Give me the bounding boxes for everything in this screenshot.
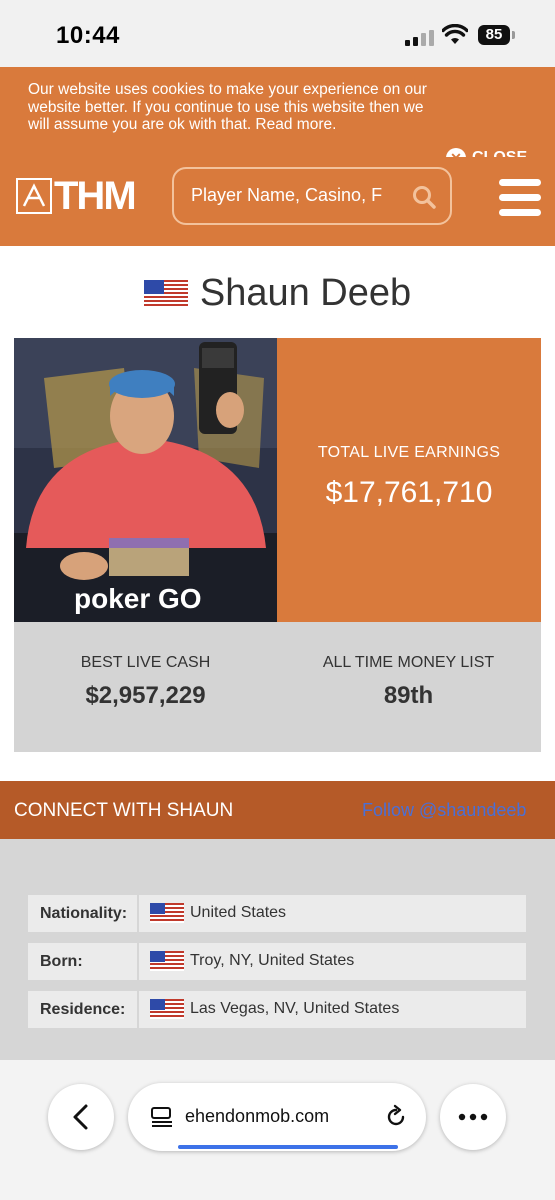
secondary-stats: BEST LIVE CASH $2,957,229 ALL TIME MONEY… [14,622,541,752]
info-row-residence: Residence: Las Vegas, NV, United States [28,991,526,1028]
best-live-cash-label: BEST LIVE CASH [80,654,211,671]
born-text: Troy, NY, United States [190,952,355,969]
back-button[interactable] [48,1084,114,1150]
player-name: Shaun Deeb [199,271,412,314]
best-live-cash-value: $2,957,229 [85,682,206,709]
info-row-nationality: Nationality: United States [28,895,526,932]
nationality-label: Nationality: [28,895,139,932]
cookie-banner: Our website uses cookies to make your ex… [0,67,555,168]
page-load-progress [178,1145,398,1149]
us-flag-icon [143,280,188,306]
player-photo: poker GO [14,338,277,622]
info-row-born: Born: Troy, NY, United States [28,943,526,980]
pokergo-watermark: poker GO [74,583,202,614]
hamburger-menu-icon[interactable] [499,179,541,217]
nationality-text: United States [190,904,287,921]
page-menu-icon[interactable] [150,1106,174,1128]
best-live-cash: BEST LIVE CASH $2,957,229 [14,654,277,710]
us-flag-icon [150,999,184,1019]
url-text[interactable]: ehendonmob.com [185,1106,329,1127]
cookie-notice-text: Our website uses cookies to make your ex… [28,81,427,133]
address-bar[interactable]: ehendonmob.com [128,1083,426,1151]
logo-text: THM [54,174,137,218]
logo-mark-icon [16,178,52,214]
us-flag-icon [150,951,184,971]
all-time-money-list: ALL TIME MONEY LIST 89th [277,654,540,710]
player-stats: poker GO TOTAL LIVE EARNINGS $17,761,710… [14,338,541,752]
residence-value: Las Vegas, NV, United States [150,999,399,1019]
cellular-signal-icon [405,30,434,46]
total-live-earnings-panel: TOTAL LIVE EARNINGS $17,761,710 [277,338,541,622]
site-header: THM [0,157,555,246]
nationality-value: United States [150,903,286,923]
us-flag-icon [150,903,184,923]
connect-label: CONNECT WITH SHAUN [14,800,234,821]
site-logo[interactable]: THM [16,174,137,218]
residence-text: Las Vegas, NV, United States [190,1000,400,1017]
status-time: 10:44 [56,22,120,49]
status-bar: 10:44 85 [0,0,555,67]
total-live-earnings-value: $17,761,710 [325,476,493,509]
connect-bar: CONNECT WITH SHAUN Follow @shaundeeb [0,781,555,839]
all-time-money-list-label: ALL TIME MONEY LIST [322,654,495,671]
more-options-button[interactable] [440,1084,506,1150]
search-icon[interactable] [411,184,437,210]
follow-twitter-link[interactable]: Follow @shaundeeb [362,800,526,821]
browser-toolbar: ehendonmob.com [0,1060,555,1200]
chevron-left-icon [73,1104,88,1130]
wifi-icon [442,24,468,44]
all-time-money-list-value: 89th [383,682,434,709]
born-value: Troy, NY, United States [150,951,354,971]
search-input[interactable] [191,185,396,206]
battery-cap [512,31,515,39]
player-heading: Shaun Deeb [0,268,555,318]
born-label: Born: [28,943,139,980]
residence-label: Residence: [28,991,139,1028]
battery-indicator: 85 [478,25,510,45]
search-box[interactable] [172,167,452,225]
total-live-earnings-label: TOTAL LIVE EARNINGS [317,444,501,461]
reload-icon[interactable] [383,1104,409,1130]
ellipsis-icon [458,1113,488,1121]
player-info-section: Nationality: United States Born: Troy, N… [0,839,555,1060]
